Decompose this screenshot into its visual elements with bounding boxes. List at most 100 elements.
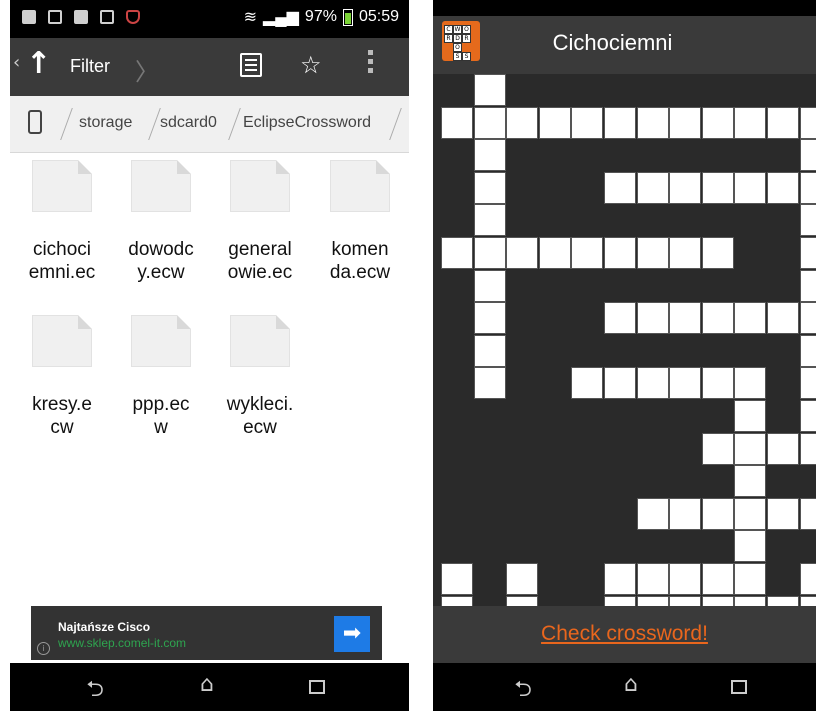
crossword-cell[interactable] (800, 400, 816, 432)
crossword-cell[interactable] (702, 498, 734, 530)
breadcrumb-storage[interactable]: storage (79, 114, 132, 132)
breadcrumb-eclipsecrossword[interactable]: EclipseCrossword (243, 114, 371, 132)
crossword-cell[interactable] (734, 302, 766, 334)
crossword-cell[interactable] (474, 74, 506, 106)
ad-banner[interactable]: Najtańsze Cisco www.sklep.comel-it.com i… (31, 606, 382, 660)
crossword-cell[interactable] (506, 596, 538, 606)
crossword-cell[interactable] (637, 302, 669, 334)
breadcrumb-sdcard0[interactable]: sdcard0 (160, 114, 217, 132)
crossword-cell[interactable] (506, 237, 538, 269)
crossword-cell[interactable] (604, 302, 636, 334)
crossword-cell[interactable] (767, 302, 799, 334)
crossword-cell[interactable] (441, 107, 473, 139)
crossword-cell[interactable] (474, 107, 506, 139)
crossword-cell[interactable] (800, 433, 816, 465)
crossword-cell[interactable] (800, 204, 816, 236)
recents-icon[interactable] (731, 680, 747, 694)
star-icon[interactable]: ☆ (300, 51, 322, 79)
crossword-cell[interactable] (604, 172, 636, 204)
forward-chevron-icon[interactable]: 〉 (135, 52, 159, 87)
crossword-cell[interactable] (474, 302, 506, 334)
crossword-cell[interactable] (734, 400, 766, 432)
crossword-cell[interactable] (474, 204, 506, 236)
crossword-cell[interactable] (702, 107, 734, 139)
home-icon[interactable]: ⌂ (187, 672, 227, 697)
back-icon[interactable]: ⮌ (503, 672, 543, 710)
crossword-cell[interactable] (669, 302, 701, 334)
crossword-cell[interactable] (767, 596, 799, 606)
crossword-cell[interactable] (669, 172, 701, 204)
crossword-cell[interactable] (734, 530, 766, 562)
crossword-cell[interactable] (800, 563, 816, 595)
crossword-cell[interactable] (637, 107, 669, 139)
crossword-cell[interactable] (669, 596, 701, 606)
crossword-cell[interactable] (571, 237, 603, 269)
crossword-cell[interactable] (702, 596, 734, 606)
crossword-cell[interactable] (669, 498, 701, 530)
crossword-cell[interactable] (506, 107, 538, 139)
crossword-cell[interactable] (604, 237, 636, 269)
crossword-cell[interactable] (702, 237, 734, 269)
crossword-cell[interactable] (474, 270, 506, 302)
crossword-cell[interactable] (474, 172, 506, 204)
crossword-cell[interactable] (669, 563, 701, 595)
crossword-cell[interactable] (637, 172, 669, 204)
crossword-cell[interactable] (637, 367, 669, 399)
crossword-cell[interactable] (800, 596, 816, 606)
crossword-cell[interactable] (800, 107, 816, 139)
crossword-cell[interactable] (734, 563, 766, 595)
crossword-cell[interactable] (539, 237, 571, 269)
crossword-cell[interactable] (734, 465, 766, 497)
info-icon[interactable]: i (37, 642, 50, 655)
crossword-cell[interactable] (604, 107, 636, 139)
crossword-cell[interactable] (506, 563, 538, 595)
crossword-cell[interactable] (571, 367, 603, 399)
crossword-cell[interactable] (800, 139, 816, 171)
crossword-cell[interactable] (734, 172, 766, 204)
crossword-cell[interactable] (702, 433, 734, 465)
crossword-cell[interactable] (767, 498, 799, 530)
crossword-cell[interactable] (800, 302, 816, 334)
crossword-cell[interactable] (637, 596, 669, 606)
overflow-menu-icon[interactable] (368, 50, 374, 77)
crossword-cell[interactable] (734, 107, 766, 139)
crossword-cell[interactable] (767, 107, 799, 139)
ad-url[interactable]: www.sklep.comel-it.com (58, 636, 186, 650)
crossword-cell[interactable] (441, 596, 473, 606)
back-chevron-icon[interactable]: ‹ (13, 52, 20, 73)
crossword-cell[interactable] (800, 172, 816, 204)
crossword-cell[interactable] (800, 498, 816, 530)
device-icon[interactable] (28, 110, 42, 134)
crossword-cell[interactable] (800, 237, 816, 269)
crossword-cell[interactable] (474, 335, 506, 367)
crossword-cell[interactable] (474, 237, 506, 269)
crossword-cell[interactable] (441, 563, 473, 595)
crossword-cell[interactable] (734, 596, 766, 606)
crossword-cell[interactable] (734, 433, 766, 465)
crossword-cell[interactable] (474, 367, 506, 399)
crossword-cell[interactable] (637, 563, 669, 595)
crossword-cell[interactable] (702, 172, 734, 204)
crossword-cell[interactable] (474, 139, 506, 171)
crossword-cell[interactable] (800, 335, 816, 367)
crossword-cell[interactable] (669, 237, 701, 269)
crossword-cell[interactable] (800, 270, 816, 302)
crossword-cell[interactable] (637, 498, 669, 530)
crossword-cell[interactable] (702, 367, 734, 399)
crossword-cell[interactable] (637, 237, 669, 269)
crossword-cell[interactable] (604, 563, 636, 595)
up-arrow-icon[interactable]: ↑ (26, 46, 51, 81)
crossword-cell[interactable] (767, 172, 799, 204)
crossword-cell[interactable] (702, 302, 734, 334)
crossword-cell[interactable] (571, 107, 603, 139)
recents-icon[interactable] (309, 680, 325, 694)
crossword-cell[interactable] (734, 498, 766, 530)
home-icon[interactable]: ⌂ (611, 672, 651, 697)
crossword-cell[interactable] (669, 107, 701, 139)
crossword-cell[interactable] (604, 596, 636, 606)
check-crossword-button[interactable]: Check crossword! (541, 622, 708, 646)
crossword-cell[interactable] (767, 433, 799, 465)
crossword-cell[interactable] (539, 107, 571, 139)
crossword-cell[interactable] (734, 367, 766, 399)
back-icon[interactable]: ⮌ (75, 672, 115, 710)
